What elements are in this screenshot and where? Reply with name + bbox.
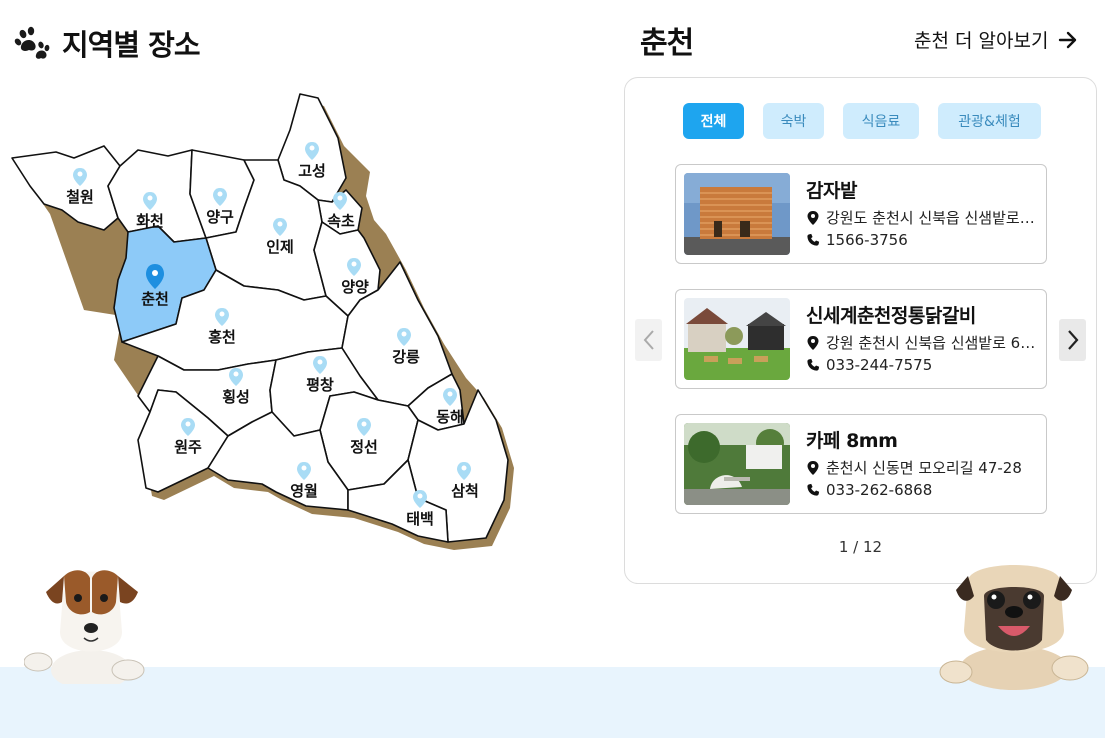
region-label: 원주 <box>174 438 202 456</box>
region-label: 춘천 <box>141 290 169 308</box>
prev-button[interactable] <box>635 319 662 361</box>
places-panel: 전체 숙박 식음료 관광&체험 감자밭 강원도 춘천시 신북읍 신샘밭로 674… <box>624 77 1097 584</box>
place-thumbnail <box>684 298 790 380</box>
region-label: 영월 <box>290 482 318 500</box>
region-label: 횡성 <box>222 388 250 406</box>
region-map-svg: 철원 화천 양구 고성 속초 인제 양양 춘천 홍천 강릉 횡성 평창 동해 원… <box>11 93 514 550</box>
tab-tour-experience[interactable]: 관광&체험 <box>938 103 1041 139</box>
region-label: 화천 <box>136 212 164 230</box>
region-label: 동해 <box>436 408 464 426</box>
address-text: 강원 춘천시 신북읍 신샘밭로 618 <box>826 334 1038 352</box>
place-thumbnail <box>684 173 790 255</box>
place-card[interactable]: 카페 8mm 춘천시 신동면 모오리길 47-28 033-262-6868 <box>675 414 1047 514</box>
region-title: 춘천 <box>640 26 694 61</box>
tab-food[interactable]: 식음료 <box>843 103 919 139</box>
chevron-right-icon <box>1067 330 1078 350</box>
place-card[interactable]: 감자밭 강원도 춘천시 신북읍 신샘밭로 674 1566-3756 <box>675 164 1047 264</box>
region-label: 홍천 <box>208 328 236 346</box>
gangwon-map: 철원 화천 양구 고성 속초 인제 양양 춘천 홍천 강릉 횡성 평창 동해 원… <box>8 90 528 560</box>
place-name: 신세계춘천정통닭갈비 <box>806 305 976 327</box>
place-name: 감자밭 <box>806 180 857 202</box>
chevron-left-icon <box>643 330 654 350</box>
location-pin-icon <box>807 210 819 225</box>
arrow-right-icon <box>1059 31 1077 48</box>
region-label: 철원 <box>66 188 94 206</box>
place-phone: 1566-3756 <box>806 231 1038 249</box>
region-label: 고성 <box>298 162 326 180</box>
phone-icon <box>807 483 820 496</box>
tab-all[interactable]: 전체 <box>683 103 744 139</box>
paw-icon <box>14 26 50 59</box>
learn-more-label: 춘천 더 알아보기 <box>914 30 1049 52</box>
place-address: 강원 춘천시 신북읍 신샘밭로 618 <box>806 332 1038 353</box>
tab-lodging[interactable]: 숙박 <box>763 103 824 139</box>
place-address: 춘천시 신동면 모오리길 47-28 <box>806 457 1038 478</box>
phone-text: 1566-3756 <box>826 231 908 249</box>
location-pin-icon <box>807 335 819 350</box>
place-address: 강원도 춘천시 신북읍 신샘밭로 674 <box>806 207 1038 228</box>
phone-icon <box>807 233 820 246</box>
region-label: 태백 <box>406 510 434 528</box>
place-name: 카페 8mm <box>806 430 898 452</box>
region-label: 속초 <box>327 212 355 230</box>
region-label: 양구 <box>206 208 234 226</box>
phone-icon <box>807 358 820 371</box>
region-label: 인제 <box>266 238 294 256</box>
pagination: 1 / 12 <box>838 538 883 556</box>
region-label: 정선 <box>350 438 378 456</box>
place-thumbnail <box>684 423 790 505</box>
region-label: 삼척 <box>451 482 479 500</box>
region-label: 강릉 <box>392 348 420 366</box>
phone-text: 033-244-7575 <box>826 356 933 374</box>
page-title: 지역별 장소 <box>62 28 200 62</box>
category-tabs: 전체 숙박 식음료 관광&체험 <box>683 103 1041 139</box>
place-card[interactable]: 신세계춘천정통닭갈비 강원 춘천시 신북읍 신샘밭로 618 033-244-7… <box>675 289 1047 389</box>
region-label: 평창 <box>306 376 334 394</box>
next-button[interactable] <box>1059 319 1086 361</box>
place-phone: 033-244-7575 <box>806 356 1038 374</box>
address-text: 강원도 춘천시 신북읍 신샘밭로 674 <box>826 209 1038 227</box>
phone-text: 033-262-6868 <box>826 481 933 499</box>
region-label: 양양 <box>341 278 369 296</box>
pug-dog-icon <box>939 565 1089 690</box>
page-header: 지역별 장소 <box>14 22 200 64</box>
address-text: 춘천시 신동면 모오리길 47-28 <box>826 459 1022 477</box>
learn-more-link[interactable]: 춘천 더 알아보기 <box>914 26 1078 53</box>
place-phone: 033-262-6868 <box>806 481 1038 499</box>
location-pin-icon <box>807 460 819 475</box>
jack-russell-dog-icon <box>24 570 145 684</box>
